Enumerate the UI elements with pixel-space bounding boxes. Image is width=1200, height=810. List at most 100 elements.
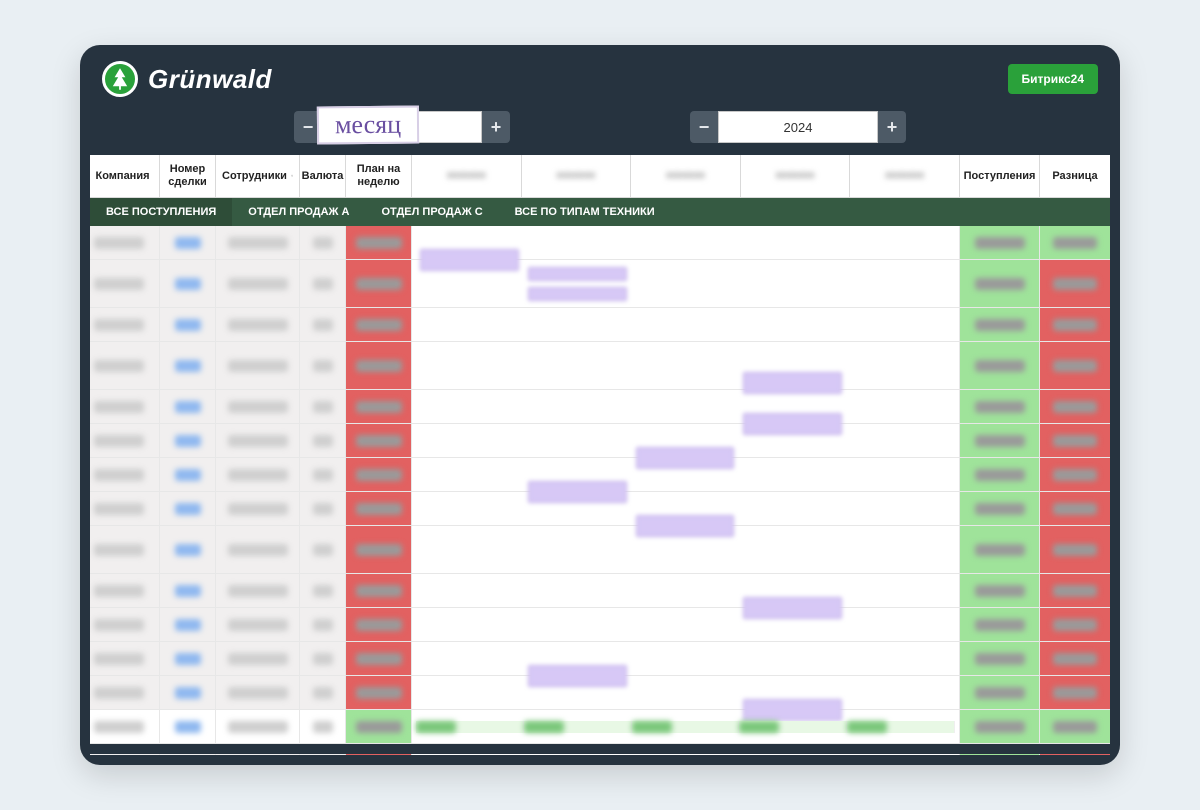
col-diff[interactable]: Разница [1040,155,1110,197]
col-week[interactable]: xxxxxxx [741,155,851,197]
weeks-cell [412,226,960,259]
cell [960,424,1040,457]
cell [160,390,216,423]
cell [90,458,160,491]
col-week[interactable]: xxxxxxx [850,155,960,197]
cell [960,676,1040,709]
cell [346,608,412,641]
cell [90,342,160,389]
table-row[interactable] [90,390,1110,424]
cell [1040,308,1110,341]
table-row[interactable] [90,492,1110,526]
col-week[interactable]: xxxxxxx [412,155,522,197]
cell [346,492,412,525]
cell [300,676,346,709]
cell [1040,574,1110,607]
cell [90,642,160,675]
cell [216,226,300,259]
col-currency-label: Валюта [302,170,344,183]
table-row[interactable] [90,458,1110,492]
cell [1040,260,1110,307]
col-week[interactable]: xxxxxxx [522,155,632,197]
weeks-cell [412,754,960,755]
tab-item[interactable]: ОТДЕЛ ПРОДАЖ С [365,198,498,226]
cell [160,260,216,307]
col-deal[interactable]: Номер сделки [160,155,216,197]
month-value[interactable]: месяц [322,111,482,143]
table-row[interactable] [90,608,1110,642]
year-value[interactable]: 2024 [718,111,878,143]
week-cell [416,721,524,733]
cell [216,424,300,457]
month-label-overlay: месяц [317,106,419,145]
tab-item[interactable]: ВСЕ ПОСТУПЛЕНИЯ [90,198,232,226]
cell [346,458,412,491]
table-row[interactable] [90,710,1110,744]
cell [960,492,1040,525]
tab-item[interactable]: ОТДЕЛ ПРОДАЖ А [232,198,365,226]
month-increment-button[interactable]: + [482,111,510,143]
table-row[interactable] [90,754,1110,755]
cell [346,424,412,457]
cell [300,458,346,491]
table-header: Компания Номер сделки Сотрудники Валюта … [90,155,1110,198]
cell [216,308,300,341]
col-currency[interactable]: Валюта [300,155,346,197]
cell [90,226,160,259]
app-frame: Grünwald Битрикс24 − месяц + − 2024 + Ко… [80,45,1120,765]
cell [960,574,1040,607]
col-incoming[interactable]: Поступления [960,155,1040,197]
cell [90,710,160,743]
cell [160,492,216,525]
table-row[interactable] [90,342,1110,390]
cell [160,574,216,607]
topbar: Grünwald Битрикс24 [80,45,1120,107]
cell [300,608,346,641]
weeks-cell [412,710,960,743]
table-row[interactable] [90,308,1110,342]
cell [1040,226,1110,259]
cell [300,492,346,525]
weeks-cell [412,676,960,709]
col-staff[interactable]: Сотрудники [216,155,300,197]
cell [300,642,346,675]
cell [300,424,346,457]
tab-item[interactable]: ВСЕ ПО ТИПАМ ТЕХНИКИ [499,198,671,226]
cell [960,754,1040,755]
cell [300,526,346,573]
table-row[interactable] [90,574,1110,608]
col-weeks-group: xxxxxxxxxxxxxxxxxxxxxxxxxxxxxxxxxxx [412,155,960,197]
table-body[interactable] [90,226,1110,755]
col-week[interactable]: xxxxxxx [631,155,741,197]
weeks-cell [412,492,960,525]
col-plan[interactable]: План на неделю [346,155,412,197]
cell [160,226,216,259]
cell [160,308,216,341]
bitrix24-button[interactable]: Битрикс24 [1008,64,1098,94]
cell [300,754,346,755]
cell [960,260,1040,307]
weeks-cell [412,642,960,675]
table-row[interactable] [90,424,1110,458]
weeks-cell [412,608,960,641]
table-row[interactable] [90,226,1110,260]
cell [90,308,160,341]
table-row[interactable] [90,676,1110,710]
table-row[interactable] [90,642,1110,676]
cell [90,754,160,755]
year-decrement-button[interactable]: − [690,111,718,143]
cell [90,492,160,525]
weeks-cell [412,342,960,389]
section-separator [90,744,1110,754]
table-row[interactable] [90,526,1110,574]
weeks-cell [412,424,960,457]
cell [1040,492,1110,525]
cell [960,390,1040,423]
year-increment-button[interactable]: + [878,111,906,143]
weeks-cell [412,260,960,307]
table-row[interactable] [90,260,1110,308]
cell [160,710,216,743]
cell [346,260,412,307]
weeks-cell [412,458,960,491]
col-company[interactable]: Компания [90,155,160,197]
